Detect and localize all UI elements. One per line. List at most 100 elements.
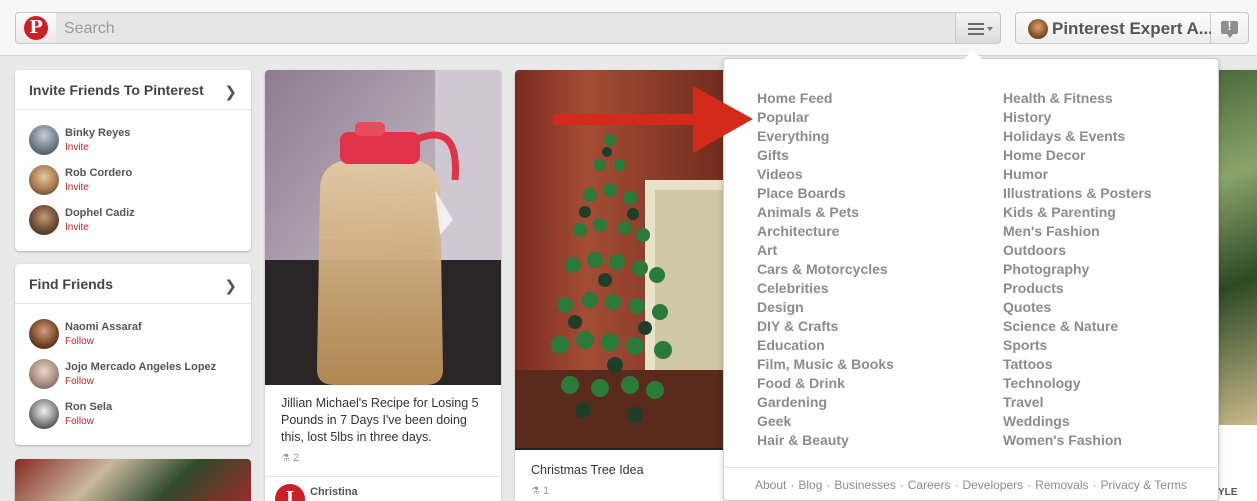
- separator: ·: [1092, 478, 1097, 492]
- pin-description: Jillian Michael's Recipe for Losing 5 Po…: [281, 396, 479, 444]
- category-home-decor[interactable]: Home Decor: [1003, 146, 1152, 165]
- pinterest-logo-button[interactable]: P: [15, 12, 57, 44]
- category-food-drink[interactable]: Food & Drink: [757, 374, 894, 393]
- avatar: [29, 165, 59, 195]
- category-celebrities[interactable]: Celebrities: [757, 279, 894, 298]
- search-input[interactable]: Search: [56, 12, 956, 44]
- friend-name: Jojo Mercado Angeles Lopez: [65, 361, 217, 373]
- footer-link-blog[interactable]: Blog: [798, 478, 822, 492]
- footer-link-privacy-terms[interactable]: Privacy & Terms: [1101, 478, 1187, 492]
- footer-link-developers[interactable]: Developers: [962, 478, 1023, 492]
- category-cars-motorcycles[interactable]: Cars & Motorcycles: [757, 260, 894, 279]
- follow-link[interactable]: Follow: [65, 336, 94, 347]
- category-science-nature[interactable]: Science & Nature: [1003, 317, 1152, 336]
- chevron-right-icon: ❯: [224, 278, 237, 295]
- separator: ·: [1027, 478, 1032, 492]
- category-quotes[interactable]: Quotes: [1003, 298, 1152, 317]
- category-photography[interactable]: Photography: [1003, 260, 1152, 279]
- notifications-button[interactable]: !: [1211, 12, 1249, 44]
- separator: ·: [954, 478, 959, 492]
- category-history[interactable]: History: [1003, 108, 1152, 127]
- category-diy-crafts[interactable]: DIY & Crafts: [757, 317, 894, 336]
- chevron-down-icon: [987, 27, 993, 31]
- category-gardening[interactable]: Gardening: [757, 393, 894, 412]
- category-gifts[interactable]: Gifts: [757, 146, 894, 165]
- notification-bubble-icon: !: [1221, 19, 1238, 38]
- category-design[interactable]: Design: [757, 298, 894, 317]
- category-tattoos[interactable]: Tattoos: [1003, 355, 1152, 374]
- footer-link-businesses[interactable]: Businesses: [834, 478, 895, 492]
- find-friends-card: Find Friends ❯ Naomi Assaraf Follow Jojo…: [15, 264, 251, 445]
- category-illustrations-posters[interactable]: Illustrations & Posters: [1003, 184, 1152, 203]
- category-products[interactable]: Products: [1003, 279, 1152, 298]
- invite-link[interactable]: Invite: [65, 142, 89, 153]
- footer-link-removals[interactable]: Removals: [1035, 478, 1088, 492]
- pin-description: Christmas Tree Idea: [531, 463, 644, 477]
- friend-name: Rob Cordero: [65, 167, 133, 179]
- avatar: [29, 399, 59, 429]
- pinner-name[interactable]: Christina: [310, 486, 358, 498]
- avatar: [1028, 19, 1048, 39]
- dropdown-notch: [964, 50, 982, 59]
- follow-link[interactable]: Follow: [65, 416, 94, 427]
- category-videos[interactable]: Videos: [757, 165, 894, 184]
- separator: ·: [790, 478, 795, 492]
- categories-menu-button[interactable]: [955, 12, 1001, 44]
- top-header: P Search Pinterest Expert A... !: [0, 0, 1257, 56]
- footer-link-about[interactable]: About: [755, 478, 786, 492]
- pin-image[interactable]: [15, 459, 251, 501]
- category-animals-pets[interactable]: Animals & Pets: [757, 203, 894, 222]
- pin-image: [265, 70, 501, 385]
- repin-count: ⚗ 2: [281, 452, 299, 464]
- dropdown-footer: About · Blog · Businesses · Careers · Developers…: [724, 467, 1218, 492]
- user-profile-button[interactable]: Pinterest Expert A...: [1015, 12, 1213, 44]
- category-womens-fashion[interactable]: Women's Fashion: [1003, 431, 1152, 450]
- category-weddings[interactable]: Weddings: [1003, 412, 1152, 431]
- invite-link[interactable]: Invite: [65, 182, 89, 193]
- category-architecture[interactable]: Architecture: [757, 222, 894, 241]
- category-health-fitness[interactable]: Health & Fitness: [1003, 89, 1152, 108]
- category-kids-parenting[interactable]: Kids & Parenting: [1003, 203, 1152, 222]
- category-holidays-events[interactable]: Holidays & Events: [1003, 127, 1152, 146]
- invite-friends-title: Invite Friends To Pinterest: [29, 82, 204, 98]
- category-list-right: Health & Fitness History Holidays & Even…: [1003, 89, 1152, 450]
- user-name: Pinterest Expert A...: [1052, 19, 1213, 38]
- separator: ·: [899, 478, 904, 492]
- avatar[interactable]: I: [275, 484, 305, 501]
- category-art[interactable]: Art: [757, 241, 894, 260]
- category-place-boards[interactable]: Place Boards: [757, 184, 894, 203]
- category-geek[interactable]: Geek: [757, 412, 894, 431]
- avatar: [29, 319, 59, 349]
- pin-card[interactable]: Jillian Michael's Recipe for Losing 5 Po…: [265, 70, 501, 501]
- category-sports[interactable]: Sports: [1003, 336, 1152, 355]
- category-technology[interactable]: Technology: [1003, 374, 1152, 393]
- invite-friends-header[interactable]: Invite Friends To Pinterest ❯: [15, 70, 251, 110]
- avatar: [29, 125, 59, 155]
- category-popular[interactable]: Popular: [757, 108, 894, 127]
- category-travel[interactable]: Travel: [1003, 393, 1152, 412]
- category-humor[interactable]: Humor: [1003, 165, 1152, 184]
- repin-count: ⚗ 1: [531, 485, 549, 497]
- categories-dropdown: Home Feed Popular Everything Gifts Video…: [723, 50, 1219, 501]
- find-friends-title: Find Friends: [29, 276, 113, 292]
- separator: ·: [826, 478, 831, 492]
- category-outdoors[interactable]: Outdoors: [1003, 241, 1152, 260]
- menu-icon: [968, 23, 984, 35]
- category-home-feed[interactable]: Home Feed: [757, 89, 894, 108]
- category-education[interactable]: Education: [757, 336, 894, 355]
- repin-value: 2: [292, 452, 300, 464]
- follow-link[interactable]: Follow: [65, 376, 94, 387]
- red-arrow-annotation: [553, 86, 753, 153]
- friend-name: Ron Sela: [65, 401, 113, 413]
- chevron-right-icon: ❯: [224, 84, 237, 101]
- invite-link[interactable]: Invite: [65, 222, 89, 233]
- category-everything[interactable]: Everything: [757, 127, 894, 146]
- category-mens-fashion[interactable]: Men's Fashion: [1003, 222, 1152, 241]
- pin-edge-text: YLE: [1218, 487, 1238, 498]
- category-film-music-books[interactable]: Film, Music & Books: [757, 355, 894, 374]
- footer-link-careers[interactable]: Careers: [908, 478, 951, 492]
- category-hair-beauty[interactable]: Hair & Beauty: [757, 431, 894, 450]
- friend-name: Binky Reyes: [65, 127, 131, 139]
- repin-icon: ⚗: [531, 486, 540, 497]
- find-friends-header[interactable]: Find Friends ❯: [15, 264, 251, 304]
